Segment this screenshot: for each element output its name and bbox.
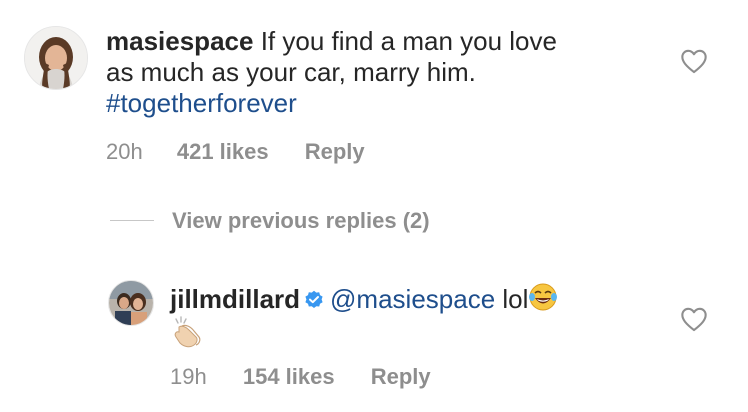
reply-button[interactable]: Reply <box>305 139 365 165</box>
avatar-photo-icon <box>109 281 153 325</box>
view-replies-label: View previous replies (2) <box>172 208 430 233</box>
replies-divider-line <box>110 219 154 221</box>
mention-link[interactable]: @masiespace <box>330 284 495 314</box>
comment-time: 20h <box>106 139 143 164</box>
face-with-tears-of-joy-icon <box>529 283 558 311</box>
avatar[interactable] <box>108 280 154 326</box>
comment-text-line1: If you find a man you love <box>260 26 557 56</box>
hashtag-link[interactable]: #togetherforever <box>106 88 297 118</box>
reply-button[interactable]: Reply <box>371 364 431 390</box>
avatar-photo-icon <box>25 27 87 89</box>
likes-count[interactable]: 154 likes <box>243 364 335 390</box>
likes-count[interactable]: 421 likes <box>177 139 269 165</box>
comment-text: lol <box>502 284 529 314</box>
comment-time: 19h <box>170 364 207 389</box>
avatar[interactable] <box>24 26 88 90</box>
view-previous-replies-button[interactable]: View previous replies (2) <box>110 208 430 234</box>
comment-text-line2: as much as your car, marry him. <box>106 57 476 87</box>
clapping-hands-icon <box>174 316 201 348</box>
verified-badge-icon <box>305 290 323 308</box>
like-heart-icon[interactable] <box>680 48 708 74</box>
like-heart-icon[interactable] <box>680 306 708 332</box>
comment-username[interactable]: masiespace <box>106 26 253 56</box>
comment-username[interactable]: jillmdillard <box>170 284 300 314</box>
